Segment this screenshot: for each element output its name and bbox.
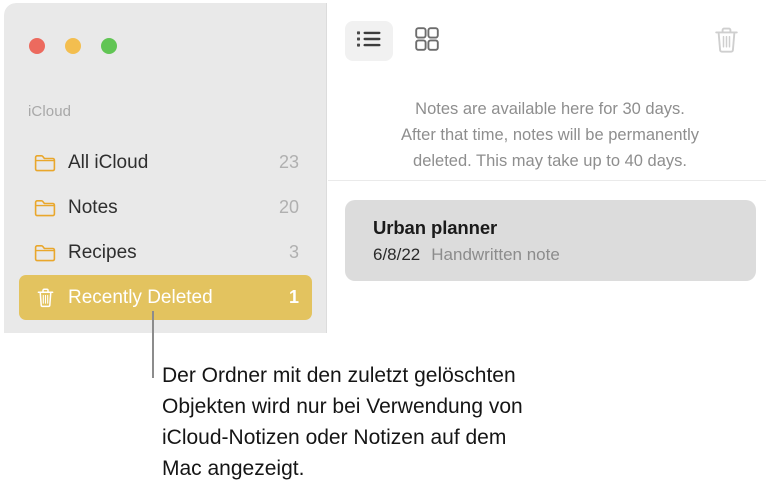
- retention-info-text: Notes are available here for 30 days. Af…: [348, 96, 752, 174]
- note-meta-row: 6/8/22 Handwritten note: [373, 245, 756, 265]
- minimize-window-button[interactable]: [65, 38, 81, 54]
- sidebar-folder-list: All iCloud 23 Notes 20 Recipes 3 Recentl…: [19, 140, 312, 320]
- sidebar-item-recipes[interactable]: Recipes 3: [19, 230, 312, 275]
- toolbar: [328, 3, 766, 78]
- sidebar-item-recently-deleted[interactable]: Recently Deleted 1: [19, 275, 312, 320]
- list-view-icon: [356, 29, 382, 54]
- trash-icon: [713, 25, 740, 59]
- caption-line: Mac angezeigt.: [162, 457, 305, 480]
- sidebar-item-label: Recipes: [68, 241, 137, 263]
- list-view-button[interactable]: [345, 21, 393, 61]
- caption-line: iCloud-Notizen oder Notizen auf dem: [162, 426, 507, 449]
- grid-view-button[interactable]: [403, 21, 451, 61]
- sidebar-section-header: iCloud: [28, 103, 72, 120]
- sidebar-item-all-icloud[interactable]: All iCloud 23: [19, 140, 312, 185]
- close-window-button[interactable]: [29, 38, 45, 54]
- folder-icon: [33, 152, 57, 174]
- folder-icon: [33, 197, 57, 219]
- grid-view-icon: [414, 26, 440, 57]
- view-mode-toggle-group: [345, 21, 451, 61]
- retention-info-line: deleted. This may take up to 40 days.: [413, 152, 687, 170]
- folder-icon: [33, 242, 57, 264]
- note-subtitle: Handwritten note: [431, 245, 560, 264]
- sidebar-item-count: 3: [288, 242, 299, 262]
- list-divider: [328, 180, 766, 181]
- callout-caption: Der Ordner mit den zuletzt gelöschten Ob…: [162, 360, 692, 484]
- callout-leader-line: [152, 311, 154, 378]
- trash-icon: [33, 287, 57, 309]
- sidebar-item-count: 20: [278, 197, 299, 217]
- sidebar-item-notes[interactable]: Notes 20: [19, 185, 312, 230]
- note-title: Urban planner: [373, 217, 498, 238]
- sidebar-item-label: Recently Deleted: [68, 286, 213, 308]
- caption-line: Der Ordner mit den zuletzt gelöschten: [162, 364, 516, 387]
- note-date: 6/8/22: [373, 245, 421, 264]
- sidebar-item-count: 1: [288, 287, 299, 307]
- delete-button[interactable]: [706, 22, 746, 62]
- notes-app-window: iCloud All iCloud 23 Notes 20 Recipes 3 …: [4, 3, 766, 333]
- sidebar: iCloud All iCloud 23 Notes 20 Recipes 3 …: [4, 3, 327, 333]
- sidebar-item-label: All iCloud: [68, 151, 149, 173]
- note-list-item[interactable]: Urban planner 6/8/22 Handwritten note: [345, 200, 756, 281]
- window-controls: [29, 38, 117, 54]
- sidebar-item-label: Notes: [68, 196, 118, 218]
- maximize-window-button[interactable]: [101, 38, 117, 54]
- sidebar-item-count: 23: [278, 152, 299, 172]
- retention-info-line: Notes are available here for 30 days.: [415, 100, 685, 118]
- caption-line: Objekten wird nur bei Verwendung von: [162, 395, 523, 418]
- notes-list-pane: Notes are available here for 30 days. Af…: [328, 3, 766, 333]
- retention-info-line: After that time, notes will be permanent…: [400, 126, 700, 144]
